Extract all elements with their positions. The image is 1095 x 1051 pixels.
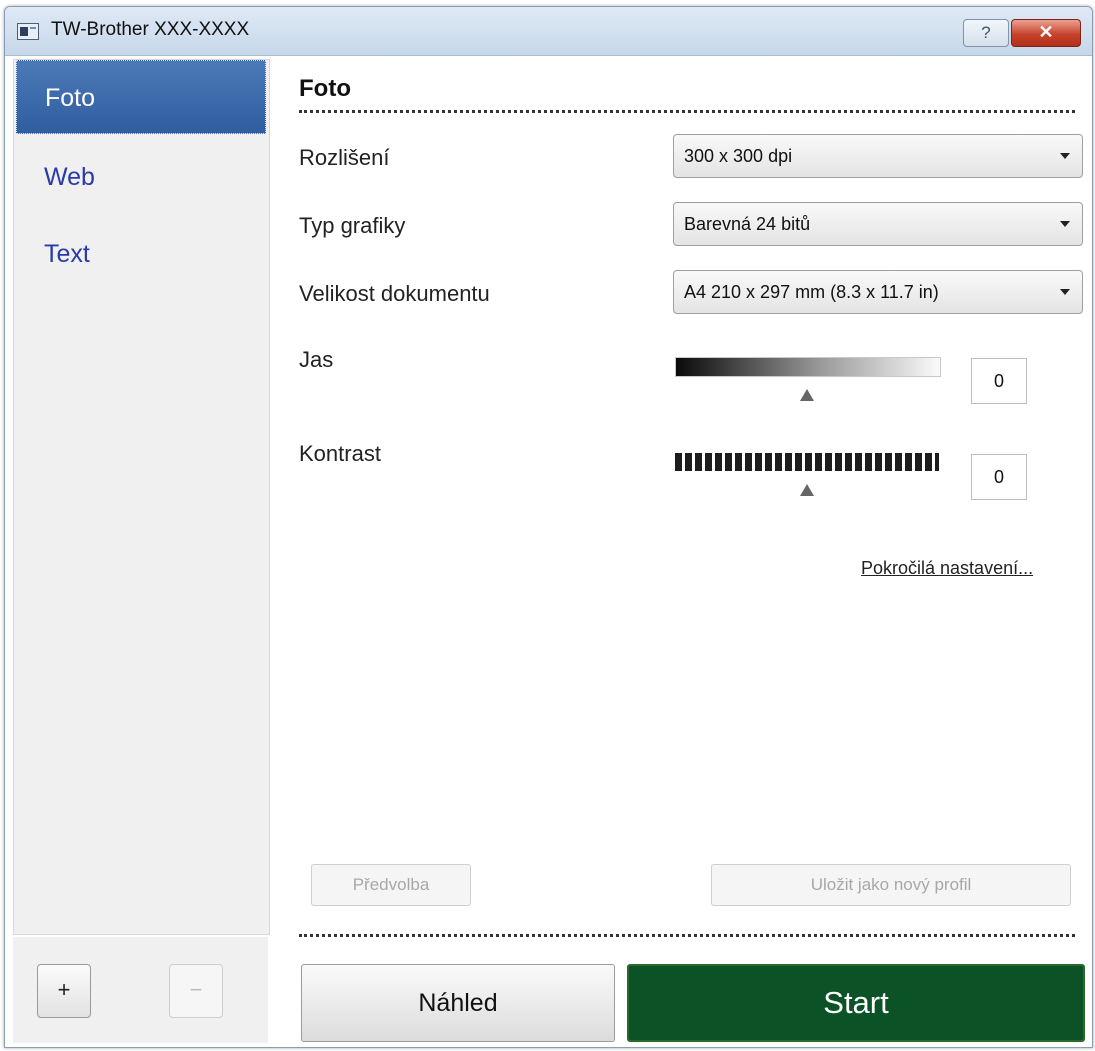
save-profile-button[interactable]: Uložit jako nový profil (711, 864, 1071, 906)
profile-sidebar: Foto Web Text (13, 59, 270, 935)
document-size-select[interactable]: A4 210 x 297 mm (8.3 x 11.7 in) (673, 270, 1083, 314)
sidebar-item-text[interactable]: Text (16, 217, 266, 291)
brightness-slider[interactable] (675, 357, 941, 377)
contrast-label: Kontrast (299, 441, 381, 466)
section-title: Foto (299, 75, 351, 102)
add-profile-button[interactable]: + (37, 964, 91, 1018)
section-divider-top (299, 110, 1075, 113)
scan-dialog-window: TW-Brother XXX-XXXX ? ✕ Foto Web Text + … (4, 6, 1093, 1048)
chevron-down-icon (1060, 289, 1070, 295)
window-title: TW-Brother XXX-XXXX (51, 19, 250, 40)
graphics-type-select[interactable]: Barevná 24 bitů (673, 202, 1083, 246)
contrast-value-input[interactable]: 0 (971, 454, 1027, 500)
resolution-label: Rozlišení (299, 145, 390, 170)
section-divider-bottom (299, 934, 1075, 937)
sidebar-item-foto[interactable]: Foto (16, 60, 266, 134)
brightness-value-input[interactable]: 0 (971, 358, 1027, 404)
chevron-down-icon (1060, 153, 1070, 159)
document-size-label: Velikost dokumentu (299, 281, 490, 306)
document-size-value: A4 210 x 297 mm (8.3 x 11.7 in) (684, 282, 939, 302)
close-button[interactable]: ✕ (1011, 19, 1081, 47)
brightness-slider-thumb[interactable] (800, 389, 814, 401)
contrast-slider[interactable] (675, 453, 939, 471)
preview-button[interactable]: Náhled (301, 964, 615, 1042)
graphics-type-value: Barevná 24 bitů (684, 214, 811, 234)
start-button[interactable]: Start (627, 964, 1085, 1042)
preset-button[interactable]: Předvolba (311, 864, 471, 906)
chevron-down-icon (1060, 221, 1070, 227)
scanner-app-icon (17, 23, 39, 40)
resolution-value: 300 x 300 dpi (684, 146, 793, 166)
sidebar-actions: + − (13, 937, 268, 1043)
help-button[interactable]: ? (963, 19, 1009, 47)
remove-profile-button[interactable]: − (169, 964, 223, 1018)
brightness-label: Jas (299, 347, 334, 372)
graphics-type-label: Typ grafiky (299, 213, 406, 238)
contrast-slider-thumb[interactable] (800, 484, 814, 496)
title-bar[interactable]: TW-Brother XXX-XXXX ? ✕ (5, 7, 1092, 56)
resolution-select[interactable]: 300 x 300 dpi (673, 134, 1083, 178)
advanced-settings-link[interactable]: Pokročilá nastavení... (861, 558, 1033, 579)
sidebar-item-web[interactable]: Web (16, 140, 266, 214)
